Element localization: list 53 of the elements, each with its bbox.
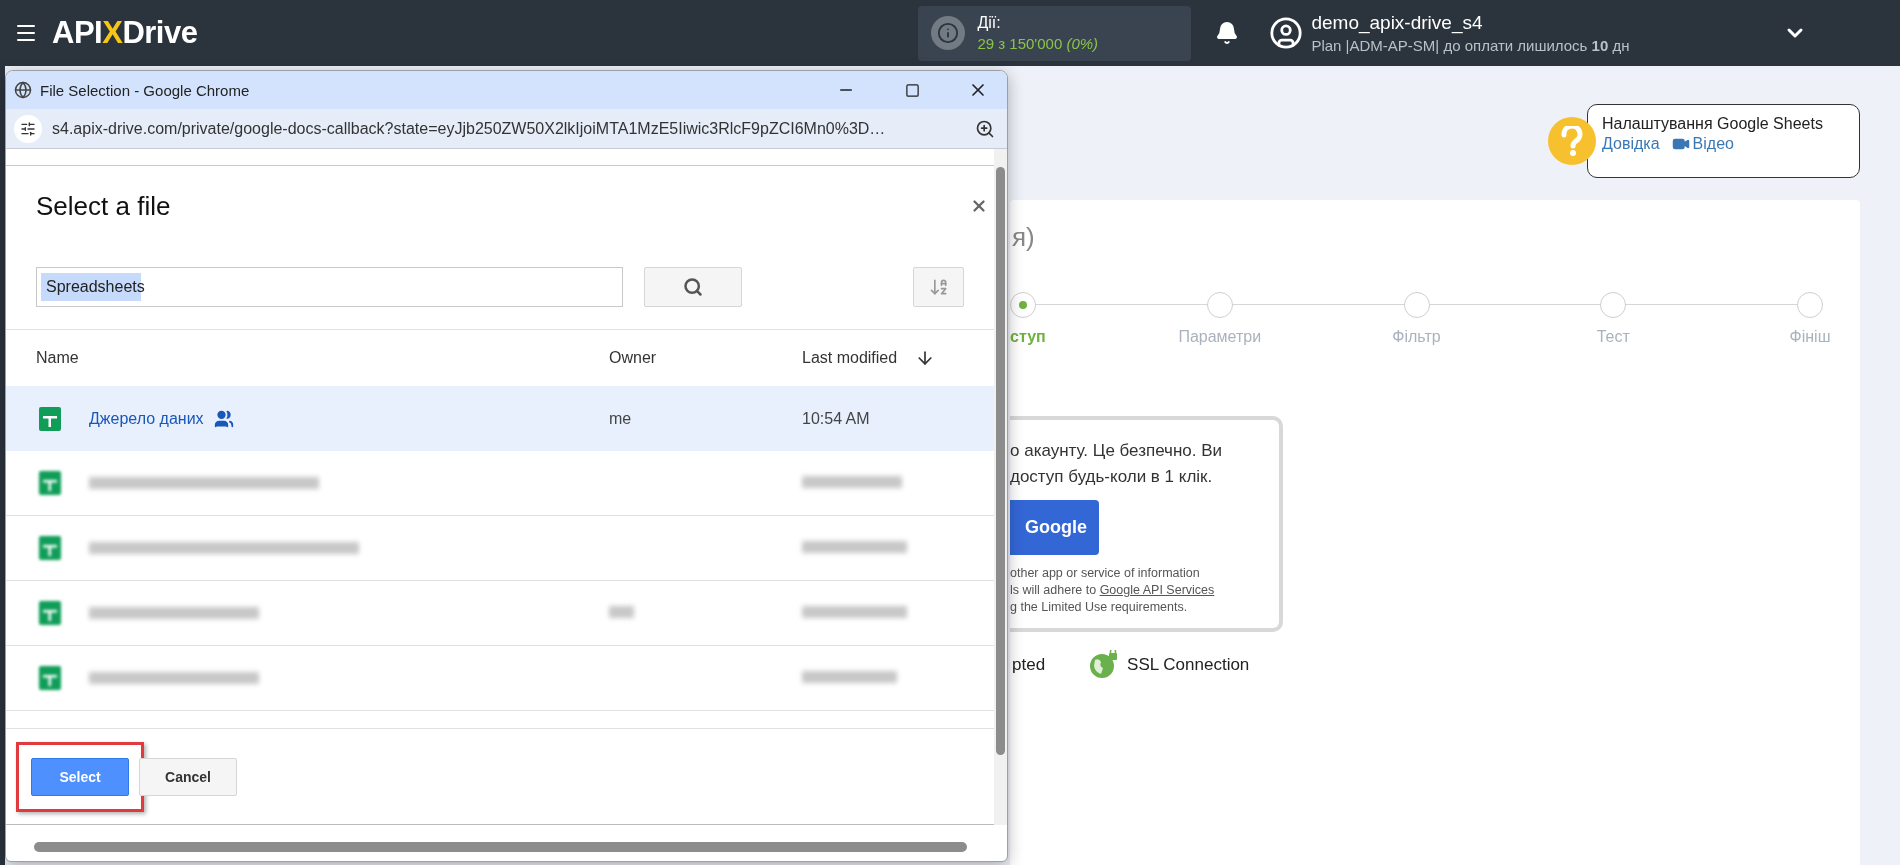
window-title: File Selection - Google Chrome	[40, 81, 251, 99]
globe-lock-icon	[1089, 650, 1120, 680]
dialog-title: Select a file	[36, 190, 171, 222]
bell-icon[interactable]	[1215, 21, 1240, 45]
spreadsheet-icon	[39, 406, 61, 431]
globe-icon	[14, 81, 32, 99]
site-settings-icon[interactable]	[14, 114, 42, 143]
help-link[interactable]: Довідка	[1602, 135, 1660, 153]
search-button[interactable]	[644, 267, 742, 307]
owner-cell-text: me	[609, 409, 633, 428]
badge-label: pted	[1012, 655, 1046, 675]
spreadsheet-icon	[39, 471, 61, 495]
badge-label: SSL Connection	[1127, 655, 1250, 675]
maximize-icon[interactable]	[904, 82, 920, 98]
video-link[interactable]: Відео	[1671, 135, 1734, 153]
auth-text: о акаунту. Це безпечно. Ви	[1010, 440, 1224, 462]
actions-count: 29 з 150'000 (0%)	[977, 35, 1099, 52]
column-header[interactable]: Owner	[609, 349, 802, 367]
info-icon	[931, 16, 966, 50]
google-button[interactable]: Google	[1010, 500, 1099, 555]
file-name: Джерело даних	[89, 409, 204, 428]
step-label: Параметри	[1178, 328, 1262, 346]
logo[interactable]: APIXDrive	[52, 15, 198, 51]
sort-icon	[928, 277, 949, 297]
step-label: ступ	[1010, 328, 1046, 346]
search-field[interactable]: Spreadsheets	[36, 267, 623, 307]
column-header[interactable]: Name	[36, 349, 609, 367]
username: demo_apix-drive_s4	[1311, 12, 1484, 34]
search-icon	[683, 277, 703, 297]
column-header[interactable]: Last modified	[802, 349, 898, 367]
url-text: s4.apix-drive.com/private/google-docs-callback?state=eyJjb250ZW50X2lkIjoiMTA1MzE5Iiwic3RlcF9pZCI6Mn0%3D…	[52, 119, 887, 138]
card-title: я)	[1011, 222, 1036, 254]
spreadsheet-icon	[39, 601, 61, 625]
file-row[interactable]: Джерело даних me 10:54 AM	[6, 386, 994, 451]
policy-link[interactable]: Google API Services	[1099, 583, 1215, 597]
step-label: Тест	[1596, 328, 1630, 346]
spreadsheet-icon	[39, 666, 61, 690]
step-label: Фініш	[1789, 328, 1831, 346]
help-title: Налаштування Google Sheets	[1602, 115, 1824, 133]
blurred-text	[609, 606, 634, 618]
modified-cell-text: 10:54 AM	[802, 409, 871, 428]
plan-info: Plan |ADM-AP-SM| до оплати лишилось 10 дн	[1311, 37, 1630, 54]
actions-label: Дії:	[977, 14, 1002, 32]
step-label: Фільтр	[1392, 328, 1441, 346]
cancel-button[interactable]: Cancel	[139, 757, 237, 796]
policy-note: other app or service of information ls will adhere to Google API Services g the Limited Use requirements.	[1010, 565, 1216, 616]
auth-text: доступ будь-коли в 1 клік.	[1010, 466, 1214, 488]
close-icon[interactable]	[970, 197, 988, 215]
zoom-icon[interactable]	[975, 118, 995, 139]
sort-button[interactable]	[913, 267, 964, 307]
spreadsheet-icon	[39, 536, 61, 560]
vertical-scrollbar[interactable]	[994, 149, 1007, 825]
avatar-icon[interactable]	[1269, 16, 1304, 50]
